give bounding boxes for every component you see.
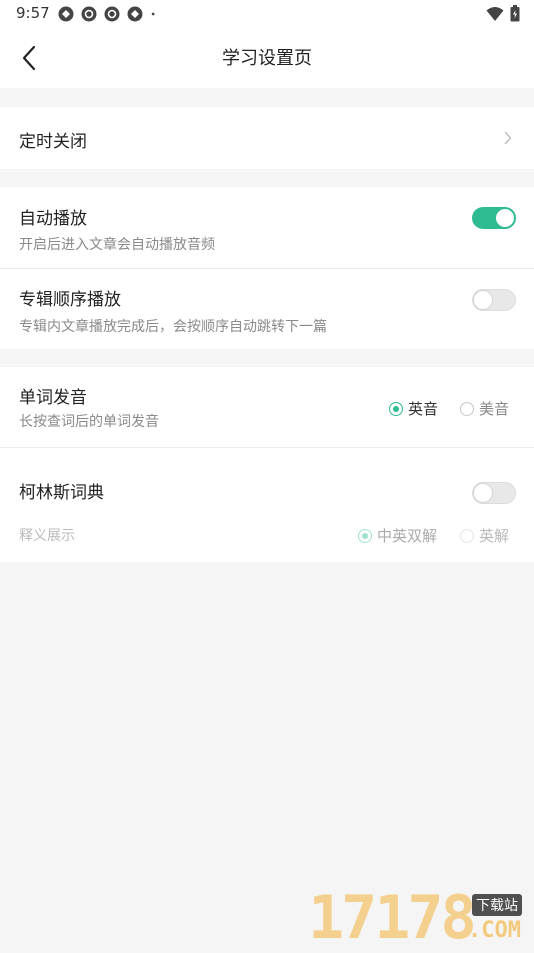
- radio-british-label: 英音: [408, 400, 439, 418]
- app-icon-4: [127, 6, 143, 22]
- radio-bilingual-label: 中英双解: [377, 527, 438, 545]
- radio-english[interactable]: 英解: [460, 525, 509, 546]
- pronunciation-subtitle: 长按查词后的单词发音: [19, 414, 159, 430]
- radio-american-label: 美音: [479, 400, 510, 418]
- app-icon-2: [81, 6, 97, 22]
- radio-american[interactable]: 美音: [460, 398, 509, 419]
- pronunciation-title: 单词发音: [19, 388, 87, 408]
- radio-unselected-icon: [460, 528, 474, 543]
- watermark-logo: 17178 下载站 .COM: [308, 886, 534, 950]
- timer-label: 定时关闭: [19, 132, 87, 152]
- dot-icon: [151, 12, 155, 16]
- radio-unselected-icon: [460, 401, 474, 416]
- timer-row[interactable]: 定时关闭: [0, 107, 534, 169]
- collins-toggle[interactable]: [472, 482, 516, 504]
- app-header: 学习设置页: [0, 28, 534, 88]
- collins-sub-label: 释义展示: [19, 528, 75, 544]
- battery-icon: [510, 5, 520, 22]
- radio-selected-icon: [389, 401, 403, 416]
- word-section: 单词发音 长按查词后的单词发音 英音 美音 柯林斯词典 释义展示 中英双解 英解: [0, 367, 534, 562]
- collins-row: 柯林斯词典 释义展示 中英双解 英解: [0, 448, 534, 562]
- status-right-icons: [486, 5, 520, 22]
- radio-british[interactable]: 英音: [389, 398, 438, 419]
- radio-bilingual[interactable]: 中英双解: [358, 525, 437, 546]
- autoplay-title: 自动播放: [19, 209, 87, 229]
- page-title: 学习设置页: [222, 48, 312, 69]
- toggle-knob: [495, 208, 515, 228]
- wifi-icon: [486, 6, 504, 21]
- status-bar: 9:57: [0, 0, 534, 28]
- album-order-subtitle: 专辑内文章播放完成后，会按顺序自动跳转下一篇: [19, 319, 327, 335]
- watermark-domain: .COM: [468, 918, 521, 943]
- status-notification-icons: [58, 6, 160, 22]
- autoplay-toggle[interactable]: [472, 207, 516, 229]
- autoplay-row: 自动播放 开启后进入文章会自动播放音频: [0, 187, 534, 268]
- watermark-digits: 17178: [308, 883, 477, 953]
- collins-title: 柯林斯词典: [19, 483, 104, 503]
- album-order-row: 专辑顺序播放 专辑内文章播放完成后，会按顺序自动跳转下一篇: [0, 269, 534, 349]
- radio-selected-icon: [358, 528, 372, 543]
- pronunciation-row: 单词发音 长按查词后的单词发音 英音 美音: [0, 367, 534, 447]
- radio-english-label: 英解: [479, 527, 510, 545]
- app-icon-3: [104, 6, 120, 22]
- playback-section: 自动播放 开启后进入文章会自动播放音频 专辑顺序播放 专辑内文章播放完成后，会按…: [0, 187, 534, 349]
- album-order-toggle[interactable]: [472, 289, 516, 311]
- timer-section: 定时关闭: [0, 107, 534, 169]
- chevron-right-icon: [504, 131, 512, 145]
- autoplay-subtitle: 开启后进入文章会自动播放音频: [19, 237, 215, 253]
- toggle-knob: [473, 290, 493, 310]
- toggle-knob: [473, 483, 493, 503]
- album-order-title: 专辑顺序播放: [19, 290, 121, 310]
- status-time: 9:57: [16, 4, 50, 22]
- app-icon-1: [58, 6, 74, 22]
- watermark-tag: 下载站: [472, 894, 522, 916]
